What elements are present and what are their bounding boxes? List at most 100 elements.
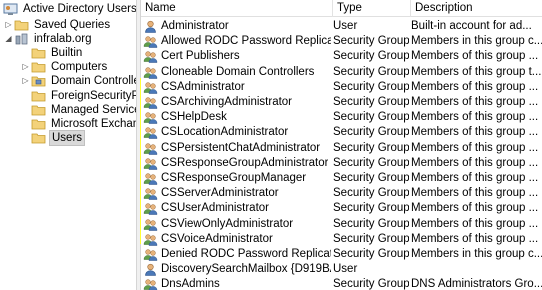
cell-name: Cloneable Domain Controllers [143, 65, 331, 80]
table-row[interactable]: Cloneable Domain Controllers Security Gro… [141, 65, 542, 80]
cell-name: CSAdministrator [143, 80, 331, 95]
cell-description: Built-in account for ad... [411, 20, 532, 32]
group-icon [143, 233, 158, 246]
cell-name: Cert Publishers [143, 49, 331, 64]
cell-type: Security Group... [333, 65, 409, 78]
cell-type: Security Group... [333, 80, 409, 93]
cell-name: CSPersistentChatAdministrator [143, 141, 331, 156]
table-row[interactable]: CSUserAdministrator Security Group...Memb… [141, 201, 542, 216]
group-icon [143, 50, 158, 64]
cell-name: DiscoverySearchMailbox {D919BA05-4... [143, 262, 331, 277]
table-row[interactable]: DiscoverySearchMailbox {D919BA05-4...Use… [141, 262, 542, 277]
row-name-text: DnsAdmins [161, 278, 220, 290]
table-row[interactable]: CSAdministrator Security Group...Members … [141, 80, 542, 95]
tree-item-label: Users [49, 130, 86, 146]
domain-icon [13, 32, 29, 46]
column-header-description[interactable]: Description [411, 0, 542, 17]
cell-description: Members of this group ... [411, 50, 539, 63]
ad-console-icon [2, 2, 18, 16]
table-row[interactable]: Cert Publishers Security Group...Members … [141, 49, 542, 64]
table-row[interactable]: CSResponseGroupManager Security Group...M… [141, 171, 542, 186]
row-name-text: Administrator [161, 20, 229, 32]
cell-description [411, 262, 542, 277]
cell-type: Security Group... [333, 50, 409, 63]
cell-description: Members of this group ... [411, 187, 539, 200]
cell-name: CSLocationAdministrator [143, 125, 331, 140]
table-row[interactable]: Allowed RODC Password Replication ...Sec… [141, 34, 542, 49]
tree-item-label: Active Directory Users and C [23, 3, 136, 15]
cell-description: DNS Administrators Gro... [411, 278, 542, 290]
row-name-text: Cloneable Domain Controllers [161, 65, 315, 78]
cell-type: Security Group... [333, 96, 409, 108]
user-icon [143, 20, 158, 33]
row-name-text: CSResponseGroupAdministrator [161, 156, 329, 169]
group-icon [143, 96, 158, 109]
expand-arrow-icon[interactable]: ▷ [21, 73, 30, 89]
group-icon [143, 142, 158, 155]
group-icon [143, 111, 158, 124]
column-header-name[interactable]: Name [141, 0, 333, 17]
cell-name: Administrator [143, 19, 331, 34]
list-header: Name Type Description [141, 0, 542, 17]
row-name-text: CSPersistentChatAdministrator [161, 141, 321, 154]
cell-name: CSVoiceAdministrator [143, 232, 331, 247]
user-icon [143, 263, 158, 276]
group-icon [143, 35, 158, 48]
console-tree[interactable]: Active Directory Users and C ▷ Saved Que… [0, 0, 136, 290]
row-name-text: CSResponseGroupManager [161, 172, 307, 184]
cell-name: DnsAdmins [143, 277, 331, 290]
cell-type: Security Group... [333, 172, 409, 184]
cell-type: Security Group... [333, 202, 409, 215]
group-icon [143, 172, 158, 185]
cell-name: CSViewOnlyAdministrator [143, 217, 331, 232]
cell-name: CSResponseGroupManager [143, 171, 331, 186]
row-name-text: CSServerAdministrator [161, 187, 279, 200]
cell-description: Members of this group ... [411, 202, 539, 215]
cell-name: CSHelpDesk [143, 110, 331, 125]
table-row[interactable]: CSPersistentChatAdministrator Security Gr… [141, 141, 542, 156]
table-row[interactable]: CSArchivingAdministrator Security Group..… [141, 95, 542, 110]
tree-item-domain-controllers[interactable]: ▷ Domain Controllers [21, 73, 136, 89]
cell-type: Security Group... [333, 278, 409, 290]
tree-item-root[interactable]: Active Directory Users and C [2, 1, 136, 17]
table-row[interactable]: DnsAdmins Security Group...DNS Administra… [141, 277, 542, 290]
row-name-text: CSViewOnlyAdministrator [161, 217, 294, 230]
table-row[interactable]: CSServerAdministrator Security Group...Me… [141, 186, 542, 201]
cell-name: CSUserAdministrator [143, 201, 331, 216]
cell-name: CSResponseGroupAdministrator [143, 156, 331, 171]
table-row[interactable]: CSViewOnlyAdministrator Security Group...… [141, 217, 542, 232]
cell-description: Members of this group ... [411, 217, 539, 230]
row-name-text: Cert Publishers [161, 50, 240, 63]
group-icon [143, 157, 158, 170]
folder-icon [30, 117, 46, 131]
cell-type: User [333, 20, 358, 32]
row-name-text: CSArchivingAdministrator [161, 96, 293, 108]
tree-item-users[interactable]: Users [21, 130, 86, 146]
cell-description: Members of this group ... [411, 232, 539, 245]
results-list[interactable]: Name Type Description Administrator User B… [141, 0, 542, 290]
cell-type: Security Group... [333, 248, 409, 260]
table-row[interactable]: Denied RODC Password Replication G...Sec… [141, 247, 542, 262]
table-row[interactable]: CSResponseGroupAdministrator Security Gro… [141, 156, 542, 171]
collapse-arrow-icon[interactable]: ◢ [4, 31, 13, 47]
table-row[interactable]: Administrator User Built-in account for ad… [141, 19, 542, 34]
folder-icon [30, 89, 46, 103]
cell-description: Members of this group ... [411, 80, 539, 93]
folder-icon [30, 131, 46, 145]
cell-name: CSArchivingAdministrator [143, 95, 331, 110]
ou-icon [30, 74, 46, 88]
cell-description: Members of this group ... [411, 172, 539, 184]
cell-description: Members of this group ... [411, 141, 539, 154]
cell-name: CSServerAdministrator [143, 186, 331, 201]
table-row[interactable]: CSHelpDesk Security Group...Members of th… [141, 110, 542, 125]
cell-name: Allowed RODC Password Replication ... [143, 34, 331, 49]
cell-type: Security Group... [333, 156, 409, 169]
row-name-text: CSAdministrator [161, 80, 245, 93]
table-row[interactable]: CSLocationAdministrator Security Group...… [141, 125, 542, 140]
cell-description: Members of this group t... [411, 65, 542, 78]
table-row[interactable]: CSVoiceAdministrator Security Group...Mem… [141, 232, 542, 247]
cell-type: Security Group... [333, 141, 409, 154]
cell-type: Security Group... [333, 232, 409, 245]
cell-description: Members of this group ... [411, 111, 539, 124]
column-header-type[interactable]: Type [333, 0, 411, 17]
